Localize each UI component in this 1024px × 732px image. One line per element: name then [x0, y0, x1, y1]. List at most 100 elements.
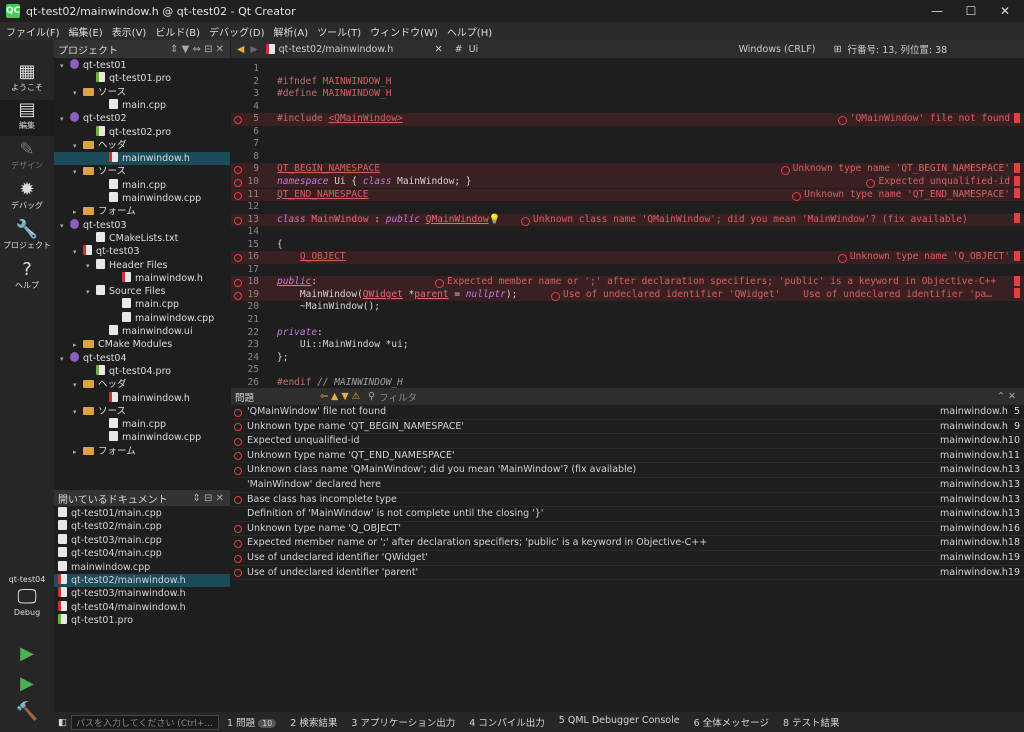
expand-arrow-icon[interactable]: ▾	[86, 286, 96, 299]
issue-row[interactable]: Unknown class name 'QMainWindow'; did yo…	[231, 463, 1024, 479]
code-line[interactable]: 4	[231, 101, 1024, 114]
code-line[interactable]: 16 Q_OBJECT Unknown type name 'Q_OBJECT'	[231, 251, 1024, 264]
menu-item[interactable]: 解析(A)	[274, 24, 309, 39]
tree-item[interactable]: ▾ ソース	[54, 86, 230, 99]
output-tab[interactable]: 8 テスト結果	[783, 715, 840, 729]
code-line[interactable]: 5 #include <QMainWindow> 'QMainWindow' fil…	[231, 113, 1024, 126]
tree-item[interactable]: ▸ フォーム	[54, 445, 230, 458]
code-line[interactable]: 12	[231, 201, 1024, 214]
menu-item[interactable]: ファイル(F)	[6, 24, 60, 39]
code-line[interactable]: 23 Ui::MainWindow *ui;	[231, 339, 1024, 352]
code-line[interactable]: 10 namespace Ui { class MainWindow; } Expe…	[231, 175, 1024, 189]
code-line[interactable]: 20 ~MainWindow();	[231, 301, 1024, 314]
open-doc-item[interactable]: qt-test04/main.cpp	[54, 547, 230, 560]
issue-row[interactable]: Unknown type name 'QT_BEGIN_NAMESPACE' ma…	[231, 420, 1024, 435]
expand-arrow-icon[interactable]: ▾	[60, 353, 70, 366]
code-line[interactable]: 21	[231, 314, 1024, 327]
issue-row[interactable]: Use of undeclared identifier 'QWidget' ma…	[231, 551, 1024, 566]
issue-row[interactable]: Unknown type name 'Q_OBJECT' mainwindow.h…	[231, 522, 1024, 537]
issue-row[interactable]: Base class has incomplete type mainwindow…	[231, 493, 1024, 508]
open-doc-item[interactable]: qt-test03/mainwindow.h	[54, 587, 230, 600]
mode-2[interactable]: ✎ デザイン	[0, 140, 54, 176]
tree-item[interactable]: ▾ ヘッダ	[54, 139, 230, 152]
tree-item[interactable]: ▾ ヘッダ	[54, 378, 230, 391]
expand-arrow-icon[interactable]: ▸	[73, 206, 83, 219]
debug-run-icon[interactable]: ▶	[0, 673, 54, 694]
menu-item[interactable]: 表示(V)	[112, 24, 147, 39]
tree-item[interactable]: qt-test02.pro	[54, 125, 230, 139]
expand-arrow-icon[interactable]: ▾	[73, 246, 83, 259]
tree-item[interactable]: qt-test01.pro	[54, 72, 230, 85]
issue-row[interactable]: 'MainWindow' declared here mainwindow.h 13	[231, 478, 1024, 493]
menu-item[interactable]: デバッグ(D)	[209, 24, 265, 39]
tree-item[interactable]: ▾ qt-test03	[54, 245, 230, 258]
code-editor[interactable]: 1 2 #ifndef MAINWINDOW_H 3 #define MAINWINDO…	[231, 58, 1024, 388]
tree-item[interactable]: ▾ Header Files	[54, 258, 230, 273]
tree-item[interactable]: mainwindow.cpp	[54, 431, 230, 444]
issue-row[interactable]: Definition of 'MainWindow' is not comple…	[231, 507, 1024, 522]
menu-item[interactable]: ビルド(B)	[155, 24, 200, 39]
split-icon[interactable]: ⊞	[834, 44, 842, 55]
tree-item[interactable]: main.cpp	[54, 98, 230, 112]
locator-input[interactable]: パスを入力してください (Ctrl+...	[70, 714, 219, 730]
code-line[interactable]: 11 QT_END_NAMESPACE Unknown type name 'QT_…	[231, 188, 1024, 201]
build-icon[interactable]: 🔨	[0, 701, 54, 722]
expand-arrow-icon[interactable]: ▾	[73, 406, 83, 419]
mode-0[interactable]: ▦ ようこそ	[0, 62, 54, 98]
mode-4[interactable]: 🔧 プロジェクト	[0, 220, 54, 256]
issue-row[interactable]: 'QMainWindow' file not found mainwindow.h…	[231, 405, 1024, 420]
mode-3[interactable]: ✹ デバッグ	[0, 180, 54, 216]
tree-item[interactable]: mainwindow.h	[54, 271, 230, 285]
code-line[interactable]: 18 public: Expected member name or ';' aft…	[231, 276, 1024, 289]
tree-item[interactable]: mainwindow.ui	[54, 325, 230, 338]
expand-arrow-icon[interactable]: ▾	[73, 379, 83, 392]
output-tab[interactable]: 3 アプリケーション出力	[351, 715, 455, 729]
output-tab[interactable]: 1 問題 10	[227, 715, 277, 729]
issue-row[interactable]: Expected member name or ';' after declar…	[231, 536, 1024, 552]
open-doc-item[interactable]: qt-test02/mainwindow.h	[54, 574, 230, 587]
tree-item[interactable]: ▸ CMake Modules	[54, 338, 230, 351]
line-ending-selector[interactable]: Windows (CRLF)	[739, 44, 834, 55]
open-doc-item[interactable]: qt-test03/main.cpp	[54, 533, 230, 547]
code-line[interactable]: 26 #endif // MAINWINDOW_H	[231, 377, 1024, 388]
tree-item[interactable]: main.cpp	[54, 418, 230, 431]
symbol-selector[interactable]: Ui	[469, 44, 739, 55]
close-document-icon[interactable]: ✕	[435, 44, 443, 55]
code-line[interactable]: 13 class MainWindow : public QMainWindow💡…	[231, 213, 1024, 227]
tree-item[interactable]: mainwindow.h	[54, 391, 230, 405]
open-doc-item[interactable]: qt-test02/main.cpp	[54, 520, 230, 533]
expand-arrow-icon[interactable]: ▸	[73, 339, 83, 352]
output-tab[interactable]: 2 検索結果	[290, 715, 337, 729]
panel-tools-icon[interactable]: ⇕ ▼ ⇔ ⊟ ✕	[170, 44, 224, 55]
code-line[interactable]: 8	[231, 151, 1024, 164]
code-line[interactable]: 2 #ifndef MAINWINDOW_H	[231, 76, 1024, 89]
open-doc-item[interactable]: qt-test04/mainwindow.h	[54, 600, 230, 614]
tree-item[interactable]: main.cpp	[54, 298, 230, 311]
issue-row[interactable]: Unknown type name 'QT_END_NAMESPACE' main…	[231, 449, 1024, 464]
expand-arrow-icon[interactable]: ▾	[73, 87, 83, 100]
output-tab[interactable]: 5 QML Debugger Console	[559, 715, 680, 729]
menu-item[interactable]: ヘルプ(H)	[447, 24, 492, 39]
tree-item[interactable]: ▾ Source Files	[54, 285, 230, 298]
expand-arrow-icon[interactable]: ▾	[86, 260, 96, 273]
tree-item[interactable]: mainwindow.cpp	[54, 192, 230, 205]
open-doc-item[interactable]: mainwindow.cpp	[54, 560, 230, 574]
editor-scrollbar[interactable]	[1012, 58, 1022, 388]
issue-row[interactable]: Expected unqualified-id mainwindow.h 10	[231, 434, 1024, 449]
tree-item[interactable]: mainwindow.cpp	[54, 311, 230, 325]
code-line[interactable]: 17	[231, 264, 1024, 277]
tree-item[interactable]: main.cpp	[54, 178, 230, 192]
open-docs-tools-icon[interactable]: ⇕ ⊟ ✕	[193, 493, 225, 504]
expand-arrow-icon[interactable]: ▾	[60, 113, 70, 126]
forward-icon[interactable]: ▶	[250, 44, 257, 55]
code-line[interactable]: 1	[231, 63, 1024, 76]
tree-item[interactable]: ▾ qt-test02	[54, 112, 230, 125]
menu-item[interactable]: ツール(T)	[317, 24, 361, 39]
minimize-icon[interactable]: —	[920, 0, 954, 22]
tree-item[interactable]: ▾ qt-test01	[54, 59, 230, 72]
menu-item[interactable]: 編集(E)	[69, 24, 103, 39]
output-tab[interactable]: 4 コンパイル出力	[469, 715, 545, 729]
output-tab[interactable]: 6 全体メッセージ	[694, 715, 769, 729]
expand-arrow-icon[interactable]: ▾	[60, 60, 70, 73]
issue-nav-icon[interactable]: ⇦ ▲ ▼ ⚠	[320, 391, 360, 402]
